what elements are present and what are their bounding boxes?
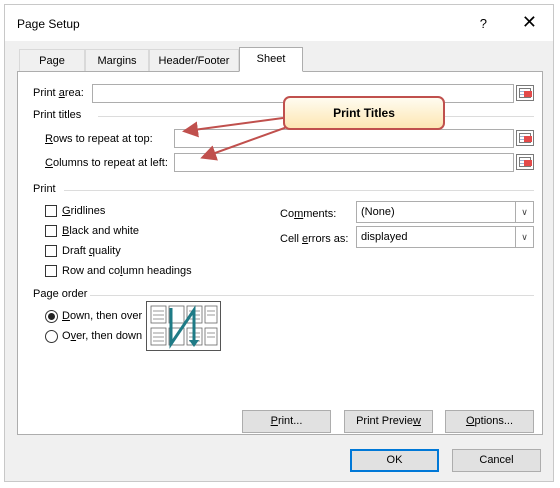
page-order-icon xyxy=(146,301,221,351)
page-setup-dialog: Page Setup ? ✕ Page Margins Header/Foote… xyxy=(4,4,554,482)
dialog-title: Page Setup xyxy=(17,17,80,31)
print-titles-heading: Print titles xyxy=(33,109,82,121)
dropdown-arrow-icon[interactable]: ∨ xyxy=(515,202,533,222)
rows-to-repeat-input[interactable] xyxy=(174,129,514,148)
gridlines-checkbox[interactable] xyxy=(45,205,57,217)
divider xyxy=(64,190,534,191)
row-column-headings-label: Row and column headings xyxy=(62,265,192,277)
black-and-white-label: Black and white xyxy=(62,225,140,237)
draft-quality-checkbox[interactable] xyxy=(45,245,57,257)
print-area-label: Print area: xyxy=(33,87,84,99)
columns-to-repeat-label: Columns to repeat at left: xyxy=(45,157,168,169)
cell-errors-select[interactable]: displayed ∨ xyxy=(356,226,534,248)
title-bar: Page Setup ? ✕ xyxy=(5,5,553,41)
columns-to-repeat-input[interactable] xyxy=(174,153,514,172)
collapse-dialog-icon[interactable] xyxy=(516,85,534,101)
tab-sheet[interactable]: Sheet xyxy=(239,47,303,72)
down-then-over-radio[interactable] xyxy=(45,310,58,323)
cell-errors-label: Cell errors as: xyxy=(280,233,349,245)
tab-margins[interactable]: Margins xyxy=(85,49,149,71)
options-button[interactable]: Options... xyxy=(445,410,534,433)
rows-to-repeat-label: Rows to repeat at top: xyxy=(45,133,153,145)
cancel-button[interactable]: Cancel xyxy=(452,449,541,472)
divider xyxy=(90,295,534,296)
down-then-over-label: Down, then over xyxy=(62,310,143,322)
black-and-white-checkbox[interactable] xyxy=(45,225,57,237)
collapse-dialog-icon[interactable] xyxy=(516,154,534,170)
gridlines-label: Gridlines xyxy=(62,205,106,217)
ok-button[interactable]: OK xyxy=(350,449,439,472)
close-icon[interactable]: ✕ xyxy=(522,12,537,33)
row-column-headings-checkbox[interactable] xyxy=(45,265,57,277)
print-preview-button[interactable]: Print Preview xyxy=(344,410,433,433)
over-then-down-label: Over, then down xyxy=(62,330,143,342)
dropdown-arrow-icon[interactable]: ∨ xyxy=(515,227,533,247)
page-order-heading: Page order xyxy=(33,288,88,300)
over-then-down-radio[interactable] xyxy=(45,330,58,343)
print-button[interactable]: Print... xyxy=(242,410,331,433)
tab-page[interactable]: Page xyxy=(19,49,85,71)
sheet-panel: Print area: Print titles Rows to repeat … xyxy=(17,71,543,435)
print-heading: Print xyxy=(33,183,56,195)
tab-header-footer[interactable]: Header/Footer xyxy=(149,49,239,71)
collapse-dialog-icon[interactable] xyxy=(516,130,534,146)
comments-label: Comments: xyxy=(280,208,337,220)
print-titles-callout: Print Titles xyxy=(283,96,445,130)
draft-quality-label: Draft quality xyxy=(62,245,121,257)
comments-select[interactable]: (None) ∨ xyxy=(356,201,534,223)
help-button[interactable]: ? xyxy=(480,16,487,31)
